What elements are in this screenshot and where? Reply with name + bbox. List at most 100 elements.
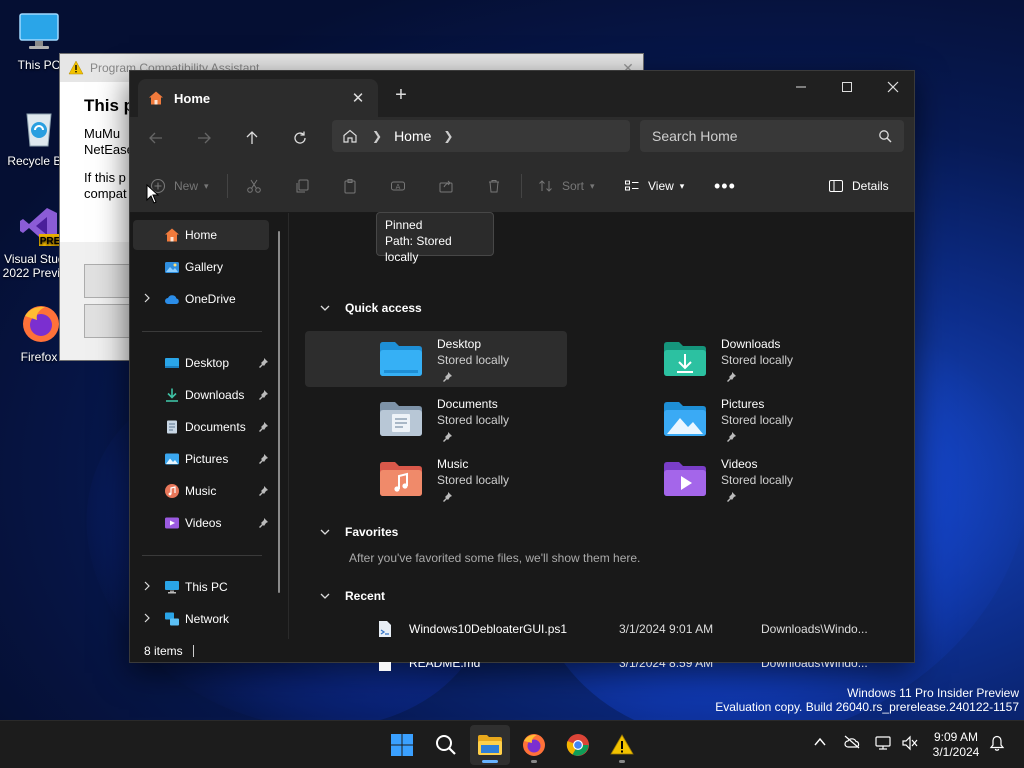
volume-muted-icon[interactable]: [901, 735, 919, 751]
warning-icon: [610, 734, 634, 755]
search-box[interactable]: Search Home: [640, 120, 904, 152]
search-icon: [879, 130, 892, 143]
home-icon: [165, 228, 179, 242]
quick-access-documents[interactable]: Documents Stored locally: [305, 391, 567, 447]
details-button[interactable]: Details: [828, 174, 889, 198]
sidebar-item-downloads[interactable]: Downloads: [133, 380, 269, 410]
dialog-line: MuMu: [84, 126, 121, 141]
video-icon: [165, 517, 179, 529]
rename-button[interactable]: A: [390, 174, 406, 198]
taskbar-file-explorer[interactable]: [470, 725, 510, 765]
recent-file-location: Downloads\Windo...: [761, 622, 868, 636]
tooltip-line: Pinned: [385, 218, 423, 232]
cut-button[interactable]: [246, 174, 262, 198]
taskbar-chrome[interactable]: [558, 725, 598, 765]
sidebar-item-label: Network: [185, 612, 230, 626]
section-favorites[interactable]: Favorites: [319, 525, 398, 539]
back-button[interactable]: [140, 122, 172, 154]
sidebar-item-home[interactable]: Home: [133, 220, 269, 250]
svg-text:PRE: PRE: [40, 236, 61, 247]
tab-strip: Home ✕ +: [130, 71, 914, 117]
details-pane-icon: [829, 180, 843, 192]
taskbar-search-button[interactable]: [426, 725, 466, 765]
view-button[interactable]: View ▾: [624, 174, 684, 198]
picture-icon: [165, 453, 179, 465]
taskbar-compatibility-assistant[interactable]: [602, 725, 642, 765]
chevron-right-icon[interactable]: [142, 612, 152, 624]
chevron-right-icon[interactable]: ❯: [443, 129, 453, 143]
active-indicator: [482, 760, 498, 763]
search-input[interactable]: Search Home: [652, 128, 738, 144]
chevron-right-icon[interactable]: [142, 580, 152, 592]
sidebar-item-videos[interactable]: Videos: [133, 508, 269, 538]
close-tab-icon[interactable]: ✕: [348, 89, 368, 107]
tab-home[interactable]: Home ✕: [138, 79, 378, 117]
section-title: Quick access: [345, 301, 422, 315]
address-bar[interactable]: ❯ Home ❯: [332, 120, 630, 152]
windows-logo-icon: [391, 734, 413, 756]
sort-button[interactable]: Sort ▾: [538, 174, 595, 198]
quick-access-videos[interactable]: Videos Stored locally: [589, 451, 851, 507]
maximize-button[interactable]: [824, 71, 870, 103]
sidebar-scrollbar[interactable]: [278, 231, 280, 593]
paste-button[interactable]: [342, 174, 358, 198]
new-label: New: [174, 179, 199, 193]
chevron-down-icon: [320, 593, 330, 599]
tile-subtitle: Stored locally: [721, 353, 794, 367]
sidebar-item-label: Documents: [185, 420, 246, 434]
sidebar-item-gallery[interactable]: Gallery: [133, 252, 269, 282]
system-clock[interactable]: 9:09 AM 3/1/2024: [926, 730, 986, 760]
sidebar-item-onedrive[interactable]: OneDrive: [133, 284, 269, 314]
quick-access-downloads[interactable]: Downloads Stored locally: [589, 331, 851, 387]
refresh-button[interactable]: [284, 122, 316, 154]
taskbar-firefox[interactable]: [514, 725, 554, 765]
tile-subtitle: Stored locally: [721, 473, 794, 487]
sidebar-item-network[interactable]: Network: [133, 604, 269, 634]
pin-icon: [443, 432, 452, 442]
monitor-icon: [17, 10, 61, 54]
section-quick-access[interactable]: Quick access: [319, 301, 422, 315]
pin-icon: [727, 372, 736, 382]
file-explorer-window[interactable]: Home ✕ + ❯ Home ❯ Search Home New ▾ A So…: [129, 70, 915, 671]
share-button[interactable]: [438, 174, 454, 198]
sidebar-item-label: Desktop: [185, 356, 230, 370]
tile-subtitle: Stored locally: [437, 353, 510, 367]
share-icon: [439, 180, 453, 193]
delete-button[interactable]: [486, 174, 502, 198]
up-button[interactable]: [236, 122, 268, 154]
search-icon: [436, 735, 456, 755]
quick-access-pictures[interactable]: Pictures Stored locally: [589, 391, 851, 447]
more-options-button[interactable]: •••: [714, 174, 736, 198]
taskbar: 9:09 AM 3/1/2024: [0, 720, 1024, 768]
sidebar-item-pictures[interactable]: Pictures: [133, 444, 269, 474]
details-label: Details: [852, 179, 889, 193]
quick-access-desktop[interactable]: Desktop Stored locally: [305, 331, 567, 387]
breadcrumb-home[interactable]: Home: [394, 128, 431, 144]
visual-studio-icon: PRE: [17, 204, 61, 248]
pictures-folder-icon: [664, 402, 706, 436]
pin-icon: [443, 372, 452, 382]
sidebar-divider: [142, 555, 262, 556]
quick-access-music[interactable]: Music Stored locally: [305, 451, 567, 507]
sidebar-item-music[interactable]: Music: [133, 476, 269, 506]
notification-bell-icon[interactable]: [989, 735, 1005, 751]
section-recent[interactable]: Recent: [319, 589, 385, 603]
new-tab-button[interactable]: +: [388, 83, 414, 109]
sort-label: Sort: [562, 179, 585, 193]
start-button[interactable]: [382, 725, 422, 765]
copy-button[interactable]: [294, 174, 310, 198]
chevron-up-icon[interactable]: [813, 735, 827, 749]
music-folder-icon: [380, 462, 422, 496]
sidebar-item-documents[interactable]: Documents: [133, 412, 269, 442]
pin-tooltip: Pinned Path: Stored locally: [376, 212, 494, 264]
cloud-offline-icon[interactable]: [843, 735, 861, 749]
chevron-right-icon[interactable]: [142, 292, 152, 304]
network-status-icon[interactable]: [875, 735, 893, 751]
tile-subtitle: Stored locally: [437, 413, 510, 427]
forward-button[interactable]: [188, 122, 220, 154]
minimize-button[interactable]: [778, 71, 824, 103]
close-window-button[interactable]: [870, 71, 916, 103]
sidebar-item-this-pc[interactable]: This PC: [133, 572, 269, 602]
sidebar-item-desktop[interactable]: Desktop: [133, 348, 269, 378]
sidebar-item-label: Pictures: [185, 452, 229, 466]
